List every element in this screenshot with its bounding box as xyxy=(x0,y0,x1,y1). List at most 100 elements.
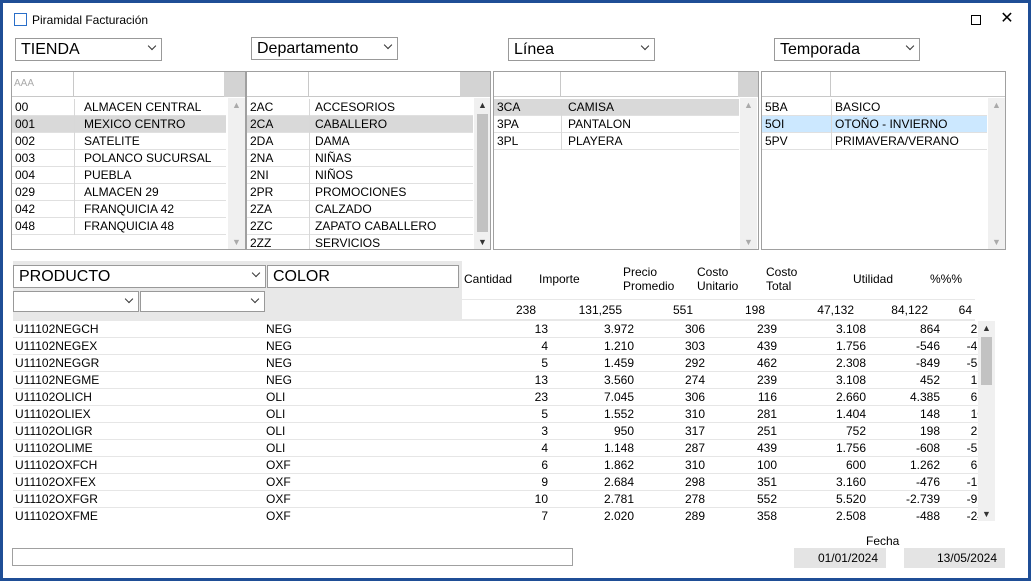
producto-filter-dropdown[interactable] xyxy=(13,291,139,312)
temporada-dropdown[interactable]: Temporada xyxy=(774,38,920,61)
table-row[interactable]: U11102OLICH OLI 23 7.045 306 116 2.660 4.385 62 xyxy=(13,389,978,406)
scroll-up-icon[interactable]: ▲ xyxy=(740,98,757,112)
list-item-name: OTOÑO - INVIERNO xyxy=(835,117,948,131)
table-row[interactable]: U11102OXFEX OXF 9 2.684 298 351 3.160 -476 -18 xyxy=(13,474,978,491)
color-cell: NEG xyxy=(266,373,293,387)
list-item[interactable]: 2PR PROMOCIONES xyxy=(247,184,473,201)
producto-cell: U11102NEGME xyxy=(15,373,100,387)
color-cell: OXF xyxy=(266,509,291,521)
linea-scrollbar[interactable]: ▲ ▼ xyxy=(740,98,757,249)
costo_u-cell: 100 xyxy=(756,458,777,472)
utilidad-cell: -488 xyxy=(915,509,940,521)
table-row[interactable]: U11102OLIME OLI 4 1.148 287 439 1.756 -608 -53 xyxy=(13,440,978,457)
list-item[interactable]: 2ZA CALZADO xyxy=(247,201,473,218)
importe-cell: 2.684 xyxy=(603,475,634,489)
scroll-down-icon[interactable]: ▼ xyxy=(740,235,757,249)
list-item[interactable]: 00 ALMACEN CENTRAL xyxy=(12,99,226,116)
scroll-up-icon[interactable]: ▲ xyxy=(228,98,245,112)
fecha-hasta-field[interactable]: 13/05/2024 xyxy=(904,548,1005,568)
scroll-down-icon[interactable]: ▼ xyxy=(978,507,995,521)
scroll-down-icon[interactable]: ▼ xyxy=(988,235,1005,249)
total-porcentaje: 64 xyxy=(958,303,972,317)
col-costo-unitario[interactable]: Costo Unitario xyxy=(697,265,738,293)
col-cantidad[interactable]: Cantidad xyxy=(464,272,512,286)
departamento-scrollbar[interactable]: ▲ ▼ xyxy=(474,98,490,249)
list-item[interactable]: 001 MEXICO CENTRO xyxy=(12,116,226,133)
list-item[interactable]: 2DA DAMA xyxy=(247,133,473,150)
list-item[interactable]: 3PL PLAYERA xyxy=(494,133,739,150)
close-button[interactable]: ✕ xyxy=(996,9,1018,29)
linea-filter[interactable] xyxy=(494,72,561,97)
list-item[interactable]: 003 POLANCO SUCURSAL xyxy=(12,150,226,167)
temporada-list[interactable]: 5BA BASICO 5OI OTOÑO - INVIERNO 5PV PRIMAVERA… xyxy=(761,71,1006,250)
list-item-code: 048 xyxy=(15,219,36,233)
cantidad-cell: 5 xyxy=(541,356,548,370)
table-row[interactable]: U11102NEGME NEG 13 3.560 274 239 3.108 452 13 xyxy=(13,372,978,389)
list-item[interactable]: 5OI OTOÑO - INVIERNO xyxy=(762,116,987,133)
col-precio-promedio[interactable]: Precio Promedio xyxy=(623,265,674,293)
table-row[interactable]: U11102OLIEX OLI 5 1.552 310 281 1.404 148 10 xyxy=(13,406,978,423)
total-costo-total: 47,132 xyxy=(817,303,854,317)
producto-dropdown[interactable]: PRODUCTO xyxy=(13,265,266,288)
color-filter-dropdown[interactable] xyxy=(140,291,265,312)
list-item[interactable]: 2ZC ZAPATO CABALLERO xyxy=(247,218,473,235)
scroll-down-icon[interactable]: ▼ xyxy=(228,235,245,249)
tienda-scrollbar[interactable]: ▲ ▼ xyxy=(228,98,245,249)
col-importe[interactable]: Importe xyxy=(539,272,580,286)
list-item[interactable]: 002 SATELITE xyxy=(12,133,226,150)
departamento-list[interactable]: 2AC ACCESORIOS 2CA CABALLERO 2DA DAMA 2NA NIÑAS… xyxy=(246,71,491,250)
list-item[interactable]: 029 ALMACEN 29 xyxy=(12,184,226,201)
scroll-thumb[interactable] xyxy=(981,337,992,385)
grid-scrollbar[interactable]: ▲ ▼ xyxy=(978,321,995,521)
list-item[interactable]: 042 FRANQUICIA 42 xyxy=(12,201,226,218)
list-item[interactable]: 2ZZ SERVICIOS xyxy=(247,235,473,249)
departamento-filter[interactable] xyxy=(247,72,309,97)
table-row[interactable]: U11102NEGEX NEG 4 1.210 303 439 1.756 -546 -45 xyxy=(13,338,978,355)
producto-dropdown-label: PRODUCTO xyxy=(19,268,111,285)
color-dropdown[interactable]: COLOR xyxy=(267,265,459,288)
list-item-code: 2ZC xyxy=(250,219,273,233)
tienda-filter-hint[interactable]: AAA xyxy=(12,72,74,97)
temporada-filter[interactable] xyxy=(762,72,831,97)
scroll-thumb[interactable] xyxy=(477,114,488,232)
scroll-down-icon[interactable]: ▼ xyxy=(474,235,490,249)
precio-cell: 317 xyxy=(684,424,705,438)
linea-list[interactable]: 3CA CAMISA 3PA PANTALON 3PL PLAYERA ▲ ▼ xyxy=(493,71,759,250)
tienda-dropdown[interactable]: TIENDA xyxy=(15,38,162,61)
list-item[interactable]: 3PA PANTALON xyxy=(494,116,739,133)
costo_t-cell: 5.520 xyxy=(835,492,866,506)
list-item[interactable]: 2NA NIÑAS xyxy=(247,150,473,167)
list-item[interactable]: 048 FRANQUICIA 48 xyxy=(12,218,226,235)
costo_u-cell: 439 xyxy=(756,339,777,353)
fecha-desde-field[interactable]: 01/01/2024 xyxy=(794,548,886,568)
linea-dropdown[interactable]: Línea xyxy=(508,38,655,61)
list-item[interactable]: 3CA CAMISA xyxy=(494,99,739,116)
list-item[interactable]: 004 PUEBLA xyxy=(12,167,226,184)
table-row[interactable]: U11102NEGGR NEG 5 1.459 292 462 2.308 -849 -58 xyxy=(13,355,978,372)
col-utilidad[interactable]: Utilidad xyxy=(853,272,893,286)
cantidad-cell: 13 xyxy=(534,322,548,336)
table-row[interactable]: U11102OLIGR OLI 3 950 317 251 752 198 21 xyxy=(13,423,978,440)
table-row[interactable]: U11102OXFCH OXF 6 1.862 310 100 600 1.262 68 xyxy=(13,457,978,474)
col-costo-total[interactable]: Costo Total xyxy=(766,265,797,293)
list-item[interactable]: 2AC ACCESORIOS xyxy=(247,99,473,116)
column-divider xyxy=(309,201,310,218)
departamento-dropdown[interactable]: Departamento xyxy=(251,37,398,60)
costo_t-cell: 1.756 xyxy=(835,441,866,455)
scroll-up-icon[interactable]: ▲ xyxy=(474,98,490,112)
list-item[interactable]: 5BA BASICO xyxy=(762,99,987,116)
table-row[interactable]: U11102OXFME OXF 7 2.020 289 358 2.508 -488 -24 xyxy=(13,508,978,521)
table-row[interactable]: U11102OXFGR OXF 10 2.781 278 552 5.520 -2.739 -9… xyxy=(13,491,978,508)
maximize-button[interactable] xyxy=(965,11,987,29)
scroll-up-icon[interactable]: ▲ xyxy=(988,98,1005,112)
col-porcentaje[interactable]: %%% xyxy=(930,272,962,286)
list-item[interactable]: 2CA CABALLERO xyxy=(247,116,473,133)
list-item[interactable]: 2NI NIÑOS xyxy=(247,167,473,184)
utilidad-cell: 864 xyxy=(919,322,940,336)
list-item[interactable]: 5PV PRIMAVERA/VERANO xyxy=(762,133,987,150)
table-row[interactable]: U11102NEGCH NEG 13 3.972 306 239 3.108 864 22 xyxy=(13,321,978,338)
tienda-list[interactable]: AAA 00 ALMACEN CENTRAL 001 MEXICO CENTRO 002… xyxy=(11,71,246,250)
list-item-name: POLANCO SUCURSAL xyxy=(84,151,212,165)
scroll-up-icon[interactable]: ▲ xyxy=(978,321,995,335)
temporada-scrollbar[interactable]: ▲ ▼ xyxy=(988,98,1005,249)
